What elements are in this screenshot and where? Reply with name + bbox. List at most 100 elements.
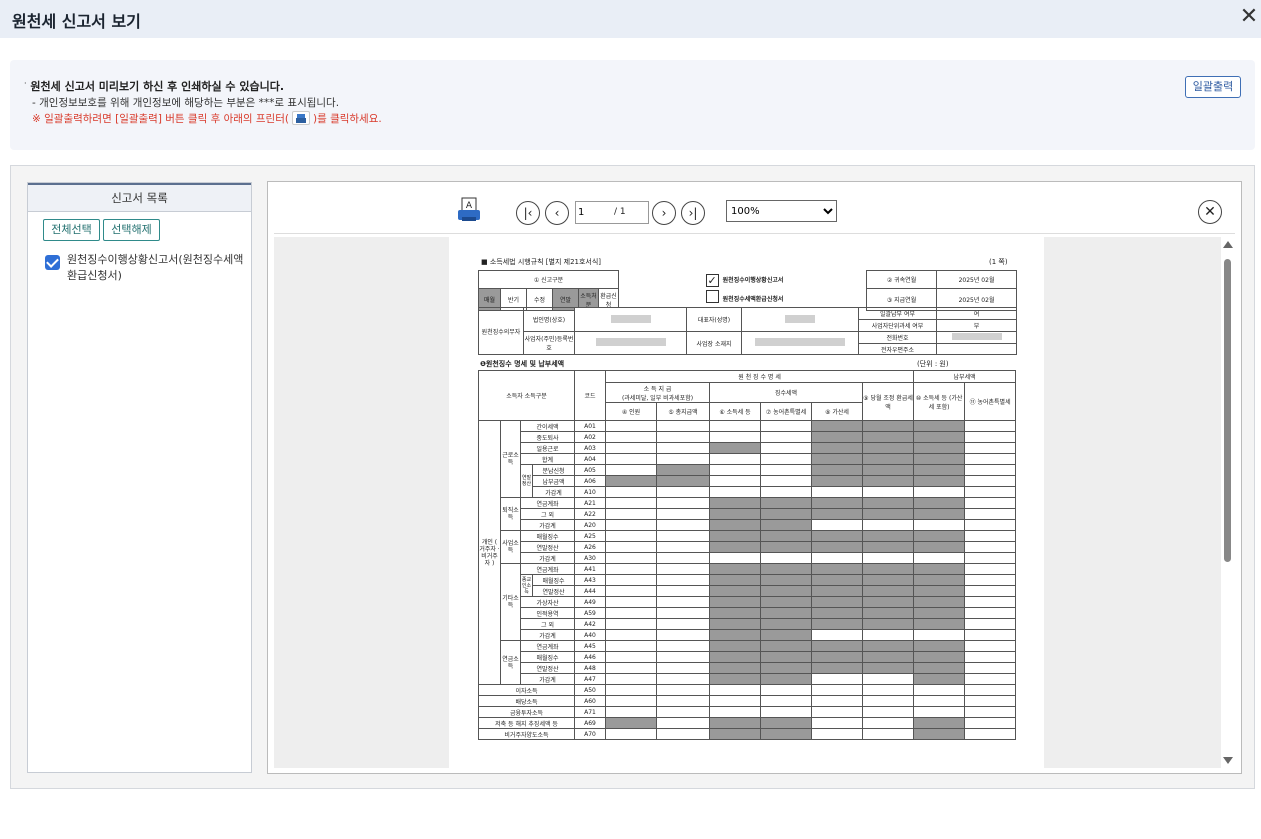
value-cell: [760, 486, 812, 498]
prev-page-button[interactable]: ‹: [545, 201, 569, 225]
value-cell: [913, 695, 966, 707]
value-cell: [913, 464, 966, 476]
table-row: 가감계 A47: [479, 673, 1017, 685]
notice-line3: ※ 일괄출력하려면 [일괄출력] 버튼 클릭 후 아래의 프린터()를 클릭하세…: [32, 111, 382, 125]
print-icon[interactable]: A: [456, 197, 482, 223]
row-name: 매월징수: [532, 574, 575, 586]
value-cell: [861, 552, 915, 564]
deselect-button[interactable]: 선택해제: [103, 219, 160, 241]
row-code: A20: [574, 519, 606, 531]
value-cell: [760, 706, 812, 718]
bulk-pay-value: 여: [936, 307, 1017, 320]
viewer-close-icon[interactable]: ✕: [1198, 200, 1222, 224]
value-cell: [964, 585, 1017, 597]
table-row: 금융투자소득 A71: [478, 706, 1017, 718]
table-row: 연말정산 분납신청 A05: [479, 464, 1017, 498]
phone-label: 전화번호: [858, 331, 937, 344]
value-cell: [760, 475, 812, 487]
corp-name-label: 법인명(상호): [523, 307, 575, 332]
bizno-masked: [574, 331, 687, 355]
table-row: 가감계 A30: [479, 552, 1017, 564]
value-cell: [964, 552, 1017, 564]
value-cell: [861, 695, 915, 707]
value-cell: [605, 563, 657, 575]
value-cell: [656, 420, 710, 432]
bulk-print-button[interactable]: 일괄출력: [1185, 76, 1241, 98]
row-name: 가감계: [520, 629, 575, 641]
value-cell: [913, 453, 966, 465]
row-name: 그 외: [520, 618, 575, 630]
value-cell: [709, 431, 761, 443]
scroll-up-arrow[interactable]: [1223, 241, 1233, 248]
value-cell: [656, 431, 710, 443]
value-cell: [656, 497, 710, 509]
value-cell: [605, 552, 657, 564]
bizno-label: 사업자(주민)등록번호: [523, 331, 575, 355]
value-cell: [656, 684, 710, 696]
value-cell: [964, 706, 1017, 718]
value-cell: [709, 684, 761, 696]
row-name: 배당소득: [478, 695, 575, 707]
col-8: ⑧ 가산세: [811, 402, 863, 421]
value-cell: [709, 486, 761, 498]
first-page-button[interactable]: |‹: [516, 201, 540, 225]
value-cell: [811, 640, 863, 652]
value-cell: [913, 475, 966, 487]
row-name: 비거주자양도소득: [478, 728, 575, 740]
value-cell: [605, 442, 657, 454]
select-all-button[interactable]: 전체선택: [43, 219, 100, 241]
value-cell: [605, 420, 657, 432]
value-cell: [656, 464, 710, 476]
document-viewer: A |‹ ‹ / 1 › ›| 100% ✕ ■ 소득세법 시행규칙 [별지 제…: [267, 181, 1242, 774]
value-cell: [964, 651, 1017, 663]
value-cell: [913, 574, 966, 586]
value-cell: [709, 618, 761, 630]
value-cell: [709, 420, 761, 432]
value-cell: [811, 464, 863, 476]
row-code: A03: [574, 442, 606, 454]
page-input[interactable]: [578, 205, 612, 220]
bulk-pay-label: 일괄납부 여부: [858, 307, 937, 320]
title1-checkbox[interactable]: ✓: [705, 274, 719, 287]
report-item-label[interactable]: 원천징수이행상황신고서(원천징수세액환급신청서): [67, 252, 247, 284]
value-cell: [913, 420, 966, 432]
addr-label: 사업장 소재지: [686, 331, 742, 355]
value-cell: [861, 728, 915, 740]
title2-checkbox[interactable]: [705, 290, 719, 303]
table-row: 인적용역 A59: [479, 607, 1017, 619]
zoom-select[interactable]: 100%: [726, 200, 837, 222]
table-row: 연말정산 A26: [479, 541, 1017, 553]
col-7: ⑦ 농어촌특별세: [760, 402, 812, 421]
page-mark: (1 쪽): [989, 258, 1008, 266]
scroll-down-arrow[interactable]: [1223, 757, 1233, 764]
value-cell: [811, 420, 863, 432]
next-page-button[interactable]: ›: [652, 201, 676, 225]
row-code: A71: [574, 706, 606, 718]
value-cell: [811, 596, 863, 608]
value-cell: [913, 728, 966, 740]
vertical-scrollbar[interactable]: [1221, 237, 1235, 768]
row-code: A05: [574, 464, 606, 476]
value-cell: [709, 728, 761, 740]
row-name: 가상자산: [520, 596, 575, 608]
value-cell: [913, 497, 966, 509]
report-item-checkbox[interactable]: [45, 255, 60, 270]
value-cell: [605, 596, 657, 608]
close-icon[interactable]: ✕: [1237, 6, 1261, 30]
scroll-thumb[interactable]: [1224, 259, 1231, 562]
table-row: 가감계 A40: [479, 629, 1017, 641]
value-cell: [760, 585, 812, 597]
unit-tax-label: 사업자단위과세 여부: [858, 319, 937, 332]
value-cell: [656, 728, 710, 740]
value-cell: [656, 530, 710, 542]
row-code: A22: [574, 508, 606, 520]
value-cell: [709, 464, 761, 476]
value-cell: [760, 717, 812, 729]
table-row: 연말정산 A44: [479, 585, 1017, 597]
row-code: A44: [574, 585, 606, 597]
row-code: A46: [574, 651, 606, 663]
page-indicator: / 1: [575, 201, 649, 224]
last-page-button[interactable]: ›|: [681, 201, 705, 225]
modal-header: 원천세 신고서 보기 ✕: [0, 0, 1261, 38]
table-row: 이자소득 A50: [478, 684, 1017, 696]
